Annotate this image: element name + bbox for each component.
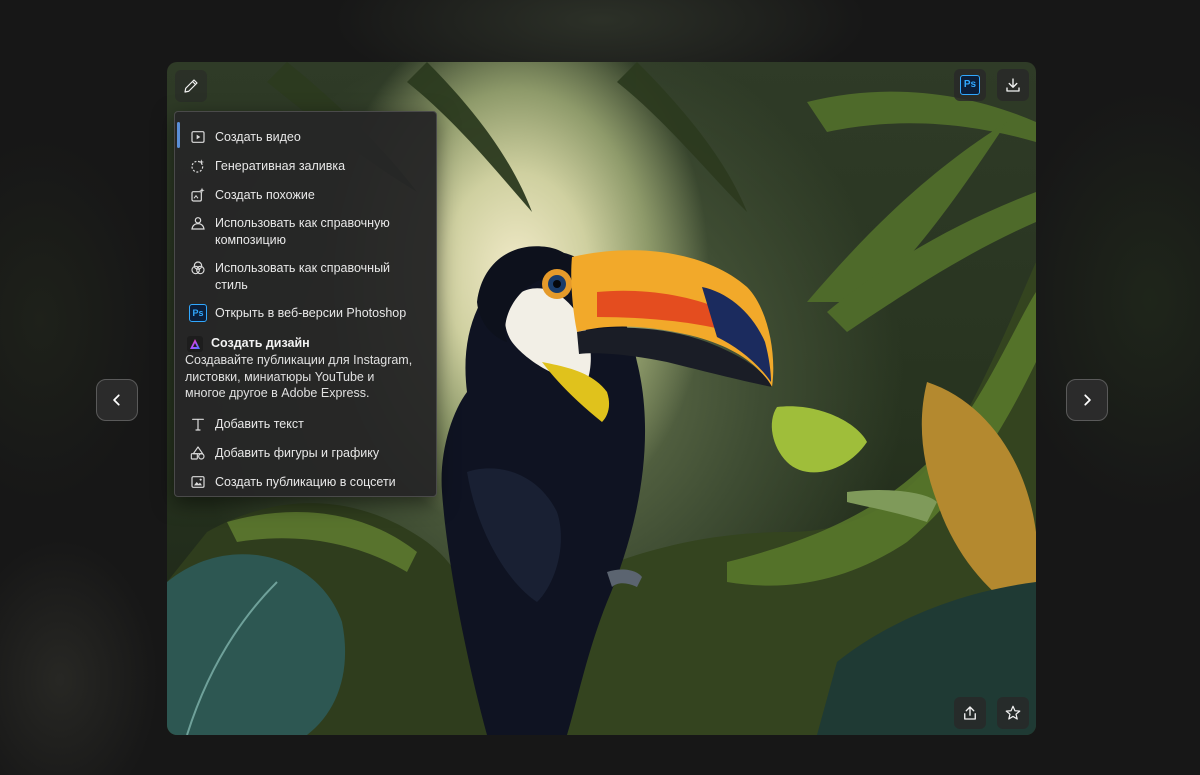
menu-item-label: Добавить текст: [215, 417, 304, 431]
menu-item-open-photoshop-web[interactable]: Ps Открыть в веб-версии Photoshop: [175, 304, 436, 322]
next-image-button[interactable]: [1066, 379, 1108, 421]
open-in-photoshop-button[interactable]: Ps: [954, 69, 986, 101]
pencil-icon: [184, 79, 198, 93]
menu-item-add-shapes[interactable]: Добавить фигуры и графику: [175, 444, 436, 462]
text-icon: [189, 415, 207, 433]
share-icon: [964, 706, 976, 720]
menu-item-label: Генеративная заливка: [215, 159, 346, 173]
menu-item-add-text[interactable]: Добавить текст: [175, 415, 436, 433]
express-description-line1: Создавайте публикации для Instagram,: [185, 353, 413, 367]
menu-item-style-reference[interactable]: Использовать как справочный стиль: [175, 259, 436, 294]
menu-item-label: Создать похожие: [215, 188, 315, 202]
photoshop-badge: Ps: [189, 304, 207, 322]
express-description-line3: многое другое в Adobe Express.: [185, 386, 370, 400]
style-reference-icon: [189, 259, 207, 277]
play-video-icon: [189, 128, 207, 146]
menu-item-create-video[interactable]: Создать видео: [175, 128, 436, 146]
menu-item-generative-fill[interactable]: Генеративная заливка: [175, 157, 436, 175]
menu-item-label: Создать публикацию в соцсети: [215, 475, 396, 489]
favorite-button[interactable]: [997, 697, 1029, 729]
chevron-left-icon: [113, 394, 120, 406]
express-section-description: Создавайте публикации для Instagram, лис…: [185, 352, 430, 402]
share-button[interactable]: [954, 697, 986, 729]
menu-item-label: Добавить фигуры и графику: [215, 446, 380, 460]
image-post-icon: [189, 473, 207, 491]
shapes-icon: [189, 444, 207, 462]
menu-item-label-line2: стиль: [215, 278, 248, 292]
menu-item-label: Открыть в веб-версии Photoshop: [215, 306, 407, 320]
photoshop-icon: Ps: [960, 75, 980, 95]
menu-item-social-post[interactable]: Создать публикацию в соцсети: [175, 473, 436, 491]
menu-item-label: Создать видео: [215, 130, 301, 144]
generative-fill-icon: [189, 157, 207, 175]
edit-button[interactable]: [175, 70, 207, 102]
menu-item-label-line1: Использовать как справочную: [215, 216, 390, 230]
menu-item-generate-similar[interactable]: Создать похожие: [175, 186, 436, 204]
generate-similar-icon: [189, 186, 207, 204]
download-button[interactable]: [997, 69, 1029, 101]
download-icon: [1006, 78, 1020, 92]
star-icon: [1005, 705, 1021, 720]
chevron-right-icon: [1084, 394, 1091, 406]
previous-image-button[interactable]: [96, 379, 138, 421]
menu-item-composition-reference[interactable]: Использовать как справочную композицию: [175, 214, 436, 249]
composition-reference-icon: [189, 214, 207, 232]
edit-context-menu: Создать видео Генеративная заливка Созда…: [174, 111, 437, 497]
menu-item-label-line1: Использовать как справочный: [215, 261, 391, 275]
photoshop-icon: Ps: [189, 304, 207, 322]
express-section-title: Создать дизайн: [211, 336, 310, 350]
menu-item-label-line2: композицию: [215, 233, 286, 247]
express-description-line2: листовки, миниатюры YouTube и: [185, 369, 375, 384]
adobe-express-icon: [187, 336, 203, 352]
